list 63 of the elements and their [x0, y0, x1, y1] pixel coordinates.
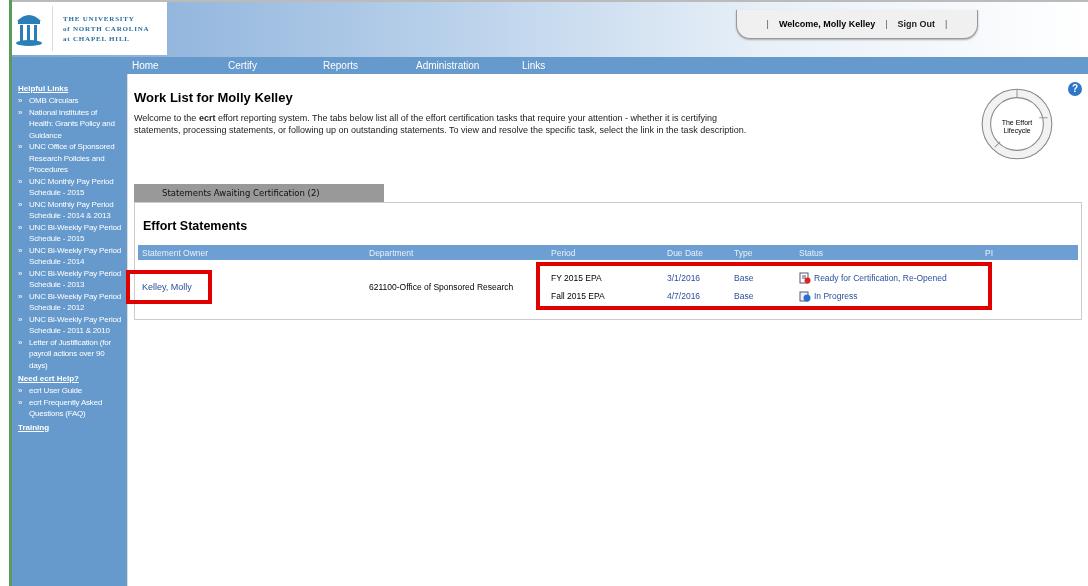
- column-header: PI: [985, 247, 995, 258]
- bullet: »: [18, 267, 24, 280]
- bullet: »: [18, 385, 24, 397]
- type-link[interactable]: Base: [734, 291, 799, 301]
- sidebar-heading-link[interactable]: Helpful Links: [18, 83, 123, 94]
- sidebar-link[interactable]: UNC Office of Sponsored Research Policies and Procedures: [29, 141, 123, 176]
- table-cell: 621100-Office of Sponsored Research: [369, 282, 514, 292]
- sidebar-link[interactable]: National Institutes of Health: Grants Policy and Guidance: [29, 106, 123, 141]
- bullet: »: [18, 336, 24, 349]
- bullet: »: [18, 198, 24, 211]
- column-header: Status: [799, 247, 825, 258]
- status-link[interactable]: In Progress: [814, 291, 858, 301]
- bullet: »: [18, 106, 24, 119]
- sidebar-link[interactable]: ecrt Frequently Asked Questions (FAQ): [29, 396, 123, 420]
- bullet: »: [18, 244, 24, 257]
- status-link[interactable]: Ready for Certification, Re-Opened: [814, 273, 947, 283]
- bullet: »: [18, 221, 24, 234]
- sign-out-link[interactable]: Sign Out: [897, 19, 936, 29]
- column-header: Type: [734, 247, 754, 258]
- bullet: »: [18, 396, 24, 409]
- document-icon: [799, 290, 811, 302]
- document-icon: [799, 272, 811, 284]
- help-icon[interactable]: ?: [1068, 82, 1082, 96]
- sidebar-link[interactable]: ecrt User Guide: [29, 385, 83, 397]
- type-link[interactable]: Base: [734, 273, 799, 283]
- separator: |: [885, 19, 888, 29]
- nav-link[interactable]: Links: [522, 60, 546, 71]
- separator: |: [945, 19, 948, 29]
- nav-link[interactable]: Reports: [323, 60, 416, 71]
- bullet: »: [18, 313, 24, 326]
- section-title: Effort Statements: [143, 219, 249, 233]
- nav-link[interactable]: Administration: [416, 60, 522, 71]
- sidebar-link[interactable]: UNC Bi-Weekly Pay Period Schedule - 2013: [29, 267, 123, 291]
- nav-link[interactable]: Certify: [228, 60, 323, 71]
- table-cell-text: Fall 2015 EPA: [551, 291, 606, 301]
- bullet: »: [18, 95, 24, 107]
- welcome-text: Welcome, Molly Kelley: [778, 19, 876, 29]
- sidebar-link[interactable]: UNC Monthly Pay Period Schedule - 2015: [29, 175, 123, 199]
- column-header: Due Date: [667, 247, 704, 258]
- table-cell-text: FY 2015 EPA: [551, 273, 603, 283]
- sidebar-heading-link[interactable]: Training: [18, 421, 123, 433]
- due-date-link[interactable]: 4/7/2016: [667, 291, 734, 301]
- sidebar-heading-link[interactable]: Need ecrt Help?: [18, 373, 123, 384]
- bullet: »: [18, 141, 24, 153]
- sidebar-link[interactable]: UNC Bi-Weekly Pay Period Schedule - 2015: [29, 221, 123, 245]
- nav-link[interactable]: Home: [132, 60, 228, 71]
- sidebar-link[interactable]: UNC Bi-Weekly Pay Period Schedule - 2014: [29, 244, 123, 268]
- bullet: »: [18, 290, 24, 303]
- sidebar-link[interactable]: OMB Circulars: [29, 95, 79, 107]
- tab[interactable]: Statements Awaiting Certification (2): [134, 184, 384, 202]
- due-date-link[interactable]: 3/1/2016: [667, 273, 734, 283]
- sidebar-link[interactable]: Letter of Justification (for payroll actions over 90 days): [29, 336, 123, 371]
- intro-paragraph: Welcome to the ecrt effort reporting system. The tabs below list all of the effort certification tasks that require your attention - whether it is certifying statements, processing statements, or following up on outstanding statements. To view and resolve the specific task, select the link in the task description.: [134, 113, 748, 136]
- page-title: Work List for Molly Kelley: [134, 90, 294, 105]
- sidebar-link[interactable]: UNC Bi-Weekly Pay Period Schedule - 2012: [29, 290, 123, 314]
- column-header: Statement Owner: [142, 247, 210, 258]
- sidebar-link[interactable]: UNC Bi-Weekly Pay Period Schedule - 2011 & 2010: [29, 313, 123, 337]
- column-header: Period: [551, 247, 577, 258]
- sidebar-link[interactable]: UNC Monthly Pay Period Schedule - 2014 & 2013: [29, 198, 123, 222]
- bullet: »: [18, 175, 24, 188]
- owner-link[interactable]: Kelley, Molly: [142, 282, 192, 292]
- separator: |: [766, 19, 769, 29]
- column-header: Department: [369, 247, 415, 258]
